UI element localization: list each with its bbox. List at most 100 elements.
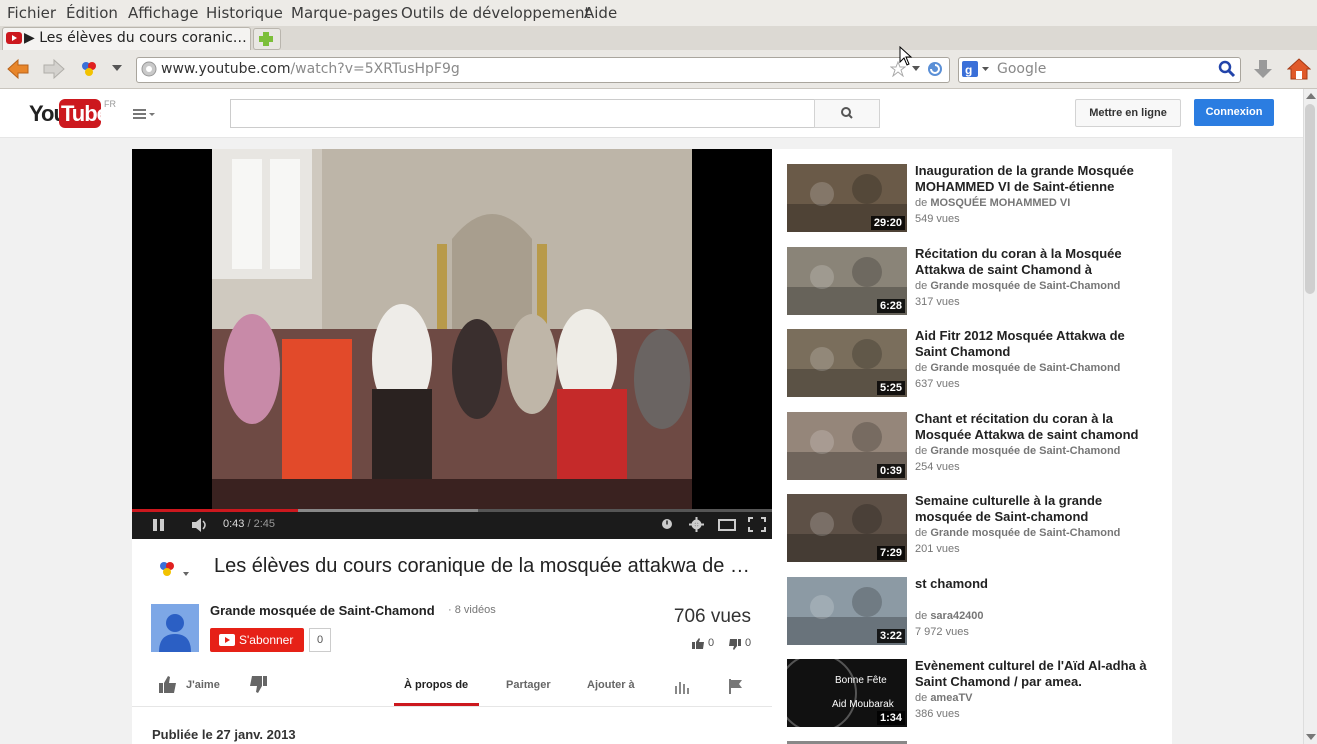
action-bar-divider <box>132 706 772 707</box>
related-video-views: 386 vues <box>915 708 960 720</box>
new-tab-button[interactable] <box>253 28 281 50</box>
tab-add-to[interactable]: Ajouter à <box>587 679 635 691</box>
related-video-channel: de ameaTV <box>915 692 973 704</box>
search-icon[interactable] <box>1218 60 1236 78</box>
plus-icon <box>259 32 273 46</box>
tab-about[interactable]: À propos de <box>404 679 468 691</box>
like-count-icon <box>692 638 704 649</box>
related-video-item[interactable]: 7:29 Semaine culturelle à la grande mosqu… <box>787 493 1167 564</box>
related-video-item[interactable]: 29:20 Inauguration de la grande Mosquée M… <box>787 163 1167 234</box>
scrollbar-thumb[interactable] <box>1305 104 1315 294</box>
like-count: 0 <box>708 637 715 649</box>
related-video-item[interactable]: 3:22 st chamond de sara42400 7 972 vues <box>787 576 1167 647</box>
related-video-title[interactable]: Aid Fitr 2012 Mosquée Attakwa de Saint C… <box>915 328 1160 360</box>
related-video-channel: de Grande mosquée de Saint-Chamond <box>915 527 1121 539</box>
video-thumbnail[interactable]: Bonne Fête Aid Moubarak 1:34 <box>787 659 907 727</box>
search-placeholder: Google <box>997 61 1047 77</box>
menu-affichage[interactable]: Affichage <box>128 4 198 22</box>
related-video-item[interactable]: 0:39 Chant et récitation du coran à la Mo… <box>787 411 1167 482</box>
channel-video-count[interactable]: · 8 vidéos <box>448 604 496 616</box>
back-arrow-icon[interactable] <box>6 58 30 80</box>
menu-outils[interactable]: Outils de développement <box>401 4 590 22</box>
video-thumbnail[interactable]: 6:28 <box>787 247 907 315</box>
duration-badge: 6:28 <box>876 299 905 313</box>
time-display: 0:43 / 2:45 <box>223 518 275 530</box>
related-video-channel: de MOSQUÉE MOHAMMED VI <box>915 197 1071 209</box>
url-text[interactable]: www.youtube.com/watch?v=5XRTusHpF9g <box>161 61 460 77</box>
related-video-title[interactable]: Chant et récitation du coran à la Mosqué… <box>915 411 1160 443</box>
related-video-item[interactable]: Bonne Fête Aid Moubarak 1:34 Evènement cult… <box>787 658 1167 729</box>
related-video-title[interactable]: Inauguration de la grande Mosquée MOHAMM… <box>915 163 1160 195</box>
thumb-text: Aid Moubarak <box>832 699 894 710</box>
menu-fichier[interactable]: Fichier <box>7 4 56 22</box>
related-video-channel: de Grande mosquée de Saint-Chamond <box>915 280 1121 292</box>
related-video-views: 201 vues <box>915 543 960 555</box>
video-thumbnail[interactable]: 3:22 <box>787 577 907 645</box>
svg-text:g: g <box>965 63 972 77</box>
theater-mode-icon[interactable] <box>718 519 736 531</box>
magnifier-icon <box>841 107 853 119</box>
upload-button[interactable]: Mettre en ligne <box>1075 99 1181 127</box>
video-frame[interactable] <box>212 149 692 510</box>
menu-edition[interactable]: Édition <box>66 4 118 22</box>
login-button[interactable]: Connexion <box>1194 99 1274 126</box>
duration: / 2:45 <box>247 518 276 530</box>
video-thumbnail[interactable]: 5:25 <box>787 329 907 397</box>
related-video-channel: de sara42400 <box>915 610 984 622</box>
dropdown-arrow-icon[interactable] <box>112 65 122 73</box>
menu-aide[interactable]: Aide <box>584 4 617 22</box>
settings-gear-icon[interactable] <box>689 517 704 532</box>
related-video-item[interactable]: 6:28 Récitation du coran à la Mosquée Att… <box>787 246 1167 317</box>
logo-tube: Tube <box>61 101 109 126</box>
scroll-down-icon[interactable] <box>1306 733 1316 741</box>
subscribe-label: S'abonner <box>239 633 294 647</box>
default-avatar-icon <box>159 614 191 652</box>
stats-icon[interactable] <box>674 680 690 694</box>
related-video-views: 317 vues <box>915 296 960 308</box>
publish-date: Publiée le 27 janv. 2013 <box>152 727 296 742</box>
duration-badge: 1:34 <box>876 711 905 725</box>
reload-icon[interactable] <box>926 60 944 78</box>
channel-name[interactable]: Grande mosquée de Saint-Chamond <box>210 603 435 618</box>
related-video-title[interactable]: st chamond <box>915 576 1160 592</box>
duration-badge: 29:20 <box>870 216 905 230</box>
like-icon[interactable] <box>159 676 176 693</box>
dislike-count: 0 <box>745 637 752 649</box>
duration-badge: 0:39 <box>876 464 905 478</box>
youtube-search-input[interactable] <box>230 99 816 128</box>
dislike-icon[interactable] <box>250 676 267 693</box>
forward-arrow-icon[interactable] <box>42 58 66 80</box>
video-thumbnail[interactable]: 0:39 <box>787 412 907 480</box>
google-engine-icon[interactable]: g <box>962 61 990 77</box>
duration-badge: 5:25 <box>876 381 905 395</box>
scroll-up-icon[interactable] <box>1306 92 1316 100</box>
channel-avatar[interactable] <box>151 604 199 652</box>
menu-marque-pages[interactable]: Marque-pages <box>291 4 398 22</box>
history-dropdown-icon[interactable] <box>912 66 920 72</box>
fullscreen-icon[interactable] <box>748 517 766 532</box>
related-video-title[interactable]: Récitation du coran à la Mosquée Attakwa… <box>915 246 1160 278</box>
related-video-channel: de Grande mosquée de Saint-Chamond <box>915 445 1121 457</box>
watch-later-icon[interactable] <box>661 518 673 530</box>
related-video-views: 549 vues <box>915 213 960 225</box>
pause-icon[interactable] <box>152 518 166 532</box>
volume-icon[interactable] <box>191 518 211 532</box>
menu-historique[interactable]: Historique <box>206 4 283 22</box>
addon-icon[interactable] <box>80 61 98 77</box>
related-video-channel: de Grande mosquée de Saint-Chamond <box>915 362 1121 374</box>
video-thumbnail[interactable]: 29:20 <box>787 164 907 232</box>
report-flag-icon[interactable] <box>729 679 743 694</box>
guide-menu-icon[interactable] <box>133 108 157 120</box>
globe-icon <box>141 61 157 77</box>
home-icon[interactable] <box>1287 57 1311 81</box>
related-video-title[interactable]: Evènement culturel de l'Aïd Al-adha à Sa… <box>915 658 1160 690</box>
download-icon[interactable] <box>1252 58 1274 80</box>
related-video-title[interactable]: Semaine culturelle à la grande mosquée d… <box>915 493 1160 525</box>
tab-share[interactable]: Partager <box>506 679 551 691</box>
related-video-views: 637 vues <box>915 378 960 390</box>
related-video-item[interactable]: 5:25 Aid Fitr 2012 Mosquée Attakwa de Sai… <box>787 328 1167 399</box>
like-button-label[interactable]: J'aime <box>186 679 220 691</box>
video-thumbnail[interactable]: 7:29 <box>787 494 907 562</box>
addon-share-icon[interactable] <box>158 560 192 580</box>
youtube-search-button[interactable] <box>814 99 880 128</box>
